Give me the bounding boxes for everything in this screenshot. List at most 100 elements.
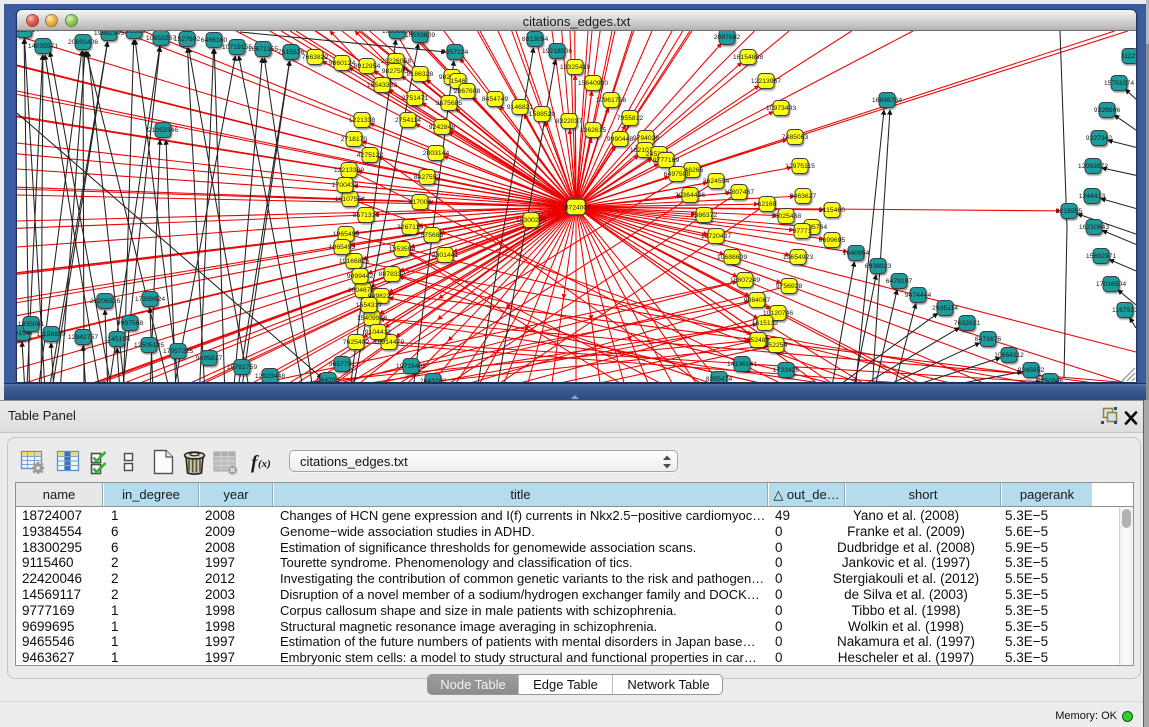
svg-text:12505135: 12505135	[134, 342, 164, 349]
svg-text:9997568: 9997568	[117, 320, 144, 327]
svg-text:9329906: 9329906	[1094, 107, 1121, 114]
svg-text:964203: 964203	[317, 377, 340, 382]
svg-text:9794028: 9794028	[633, 135, 660, 142]
svg-text:9750946: 9750946	[1037, 378, 1064, 382]
svg-text:9657791: 9657791	[329, 361, 356, 368]
svg-text:1700432: 1700432	[332, 182, 359, 189]
svg-text:7357224: 7357224	[442, 49, 469, 56]
svg-text:10853257: 10853257	[119, 31, 149, 35]
svg-text:9104412: 9104412	[365, 329, 392, 336]
svg-text:16154838: 16154838	[733, 54, 763, 61]
svg-text:1221338: 1221338	[349, 117, 376, 124]
svg-text:9463627: 9463627	[790, 193, 817, 200]
svg-text:14035571: 14035571	[28, 43, 58, 50]
svg-text:6466160: 6466160	[201, 37, 228, 44]
svg-text:417004: 417004	[409, 199, 432, 206]
svg-text:1527602: 1527602	[174, 36, 201, 43]
svg-text:17957225: 17957225	[163, 348, 193, 355]
svg-text:8454749: 8454749	[482, 96, 509, 103]
svg-text:2803144: 2803144	[423, 150, 450, 157]
svg-text:19654923: 19654923	[783, 254, 813, 261]
svg-text:7632621: 7632621	[954, 320, 981, 327]
svg-text:1640954: 1640954	[843, 250, 870, 257]
svg-text:2087682: 2087682	[714, 34, 741, 41]
svg-text:9095817: 9095817	[196, 355, 223, 362]
svg-text:6497508: 6497508	[664, 171, 691, 178]
svg-text:19166825: 19166825	[339, 258, 369, 265]
svg-text:4275122: 4275122	[357, 152, 384, 159]
svg-text:9099442: 9099442	[347, 273, 374, 280]
svg-text:21053346: 21053346	[148, 127, 178, 134]
svg-text:8427552: 8427552	[414, 174, 441, 181]
svg-text:16107554: 16107554	[335, 196, 365, 203]
svg-text:17359924: 17359924	[135, 296, 165, 303]
svg-text:1244413: 1244413	[1079, 193, 1106, 200]
svg-text:6938923: 6938923	[865, 263, 892, 270]
svg-text:8878332: 8878332	[379, 271, 406, 278]
svg-text:2643262: 2643262	[420, 378, 447, 382]
svg-text:9227342: 9227342	[1086, 135, 1113, 142]
svg-text:16033809: 16033809	[405, 32, 435, 39]
svg-text:16648784: 16648784	[872, 97, 902, 104]
svg-text:9115460: 9115460	[819, 207, 845, 214]
svg-text:12923448: 12923448	[255, 373, 285, 380]
svg-text:16671355: 16671355	[248, 46, 278, 53]
svg-text:1615132: 1615132	[752, 320, 779, 327]
svg-text:15751074: 15751074	[1104, 80, 1134, 87]
svg-text:11156819: 11156819	[36, 331, 65, 338]
svg-text:2935114: 2935114	[932, 305, 958, 312]
svg-text:12213389: 12213389	[334, 167, 364, 174]
svg-text:10654112: 10654112	[994, 352, 1024, 359]
svg-text:20206526: 20206526	[90, 298, 120, 305]
svg-text:16914479: 16914479	[374, 339, 404, 346]
svg-text:18807249: 18807249	[730, 277, 760, 284]
svg-text:12093872: 12093872	[1078, 163, 1108, 170]
svg-text:20364436: 20364436	[675, 192, 705, 199]
svg-text:9084067: 9084067	[744, 297, 771, 304]
svg-text:8355474: 8355474	[706, 376, 733, 382]
svg-text:2718170: 2718170	[341, 136, 368, 143]
svg-text:7955812: 7955812	[617, 115, 644, 122]
svg-text:7625402: 7625402	[343, 339, 370, 346]
svg-text:1733426: 1733426	[773, 367, 800, 374]
svg-text:18720407: 18720407	[701, 233, 731, 240]
svg-text:1554317: 1554317	[356, 302, 383, 309]
svg-text:16210643: 16210643	[1079, 224, 1109, 231]
svg-text:16782759: 16782759	[227, 364, 257, 371]
svg-text:9699695: 9699695	[819, 237, 846, 244]
svg-text:1588520: 1588520	[529, 111, 556, 118]
svg-text:7663822: 7663822	[302, 54, 329, 61]
svg-text:2867608: 2867608	[454, 88, 481, 95]
svg-text:13325419: 13325419	[560, 64, 590, 71]
svg-text:8471676: 8471676	[975, 336, 1002, 343]
svg-text:10025438: 10025438	[771, 213, 801, 220]
svg-text:9474444: 9474444	[905, 292, 932, 299]
svg-text:9990448: 9990448	[607, 136, 634, 143]
svg-text:6479197: 6479197	[886, 278, 913, 285]
svg-text:1145194: 1145194	[104, 336, 130, 343]
svg-text:18724007: 18724007	[561, 204, 591, 211]
svg-text:19218506: 19218506	[542, 48, 572, 55]
svg-text:15640910: 15640910	[578, 80, 608, 87]
svg-text:252254: 252254	[765, 342, 788, 349]
svg-text:9827503: 9827503	[382, 68, 409, 75]
svg-text:2301441: 2301441	[432, 252, 459, 259]
svg-text:2751471: 2751471	[402, 95, 429, 102]
svg-text:8215955: 8215955	[1056, 208, 1083, 215]
svg-text:17016504: 17016504	[1096, 281, 1126, 288]
svg-text:12975115: 12975115	[785, 163, 815, 170]
svg-text:3267110: 3267110	[397, 224, 423, 231]
svg-text:8186328: 8186328	[407, 71, 434, 78]
svg-text:9777169: 9777169	[653, 157, 680, 164]
svg-text:1965490: 1965490	[333, 231, 360, 238]
svg-text:8912954: 8912954	[354, 63, 381, 70]
svg-text:19385714: 19385714	[17, 31, 39, 34]
svg-text:10653267: 10653267	[146, 35, 176, 42]
svg-text:7515526: 7515526	[278, 49, 305, 56]
svg-text:12213967: 12213967	[751, 78, 781, 85]
svg-text:7386372: 7386372	[691, 212, 718, 219]
svg-text:8813054: 8813054	[522, 36, 549, 43]
svg-text:9242848: 9242848	[429, 124, 456, 131]
svg-text:2754114: 2754114	[395, 117, 421, 124]
svg-text:3624554: 3624554	[703, 178, 730, 185]
